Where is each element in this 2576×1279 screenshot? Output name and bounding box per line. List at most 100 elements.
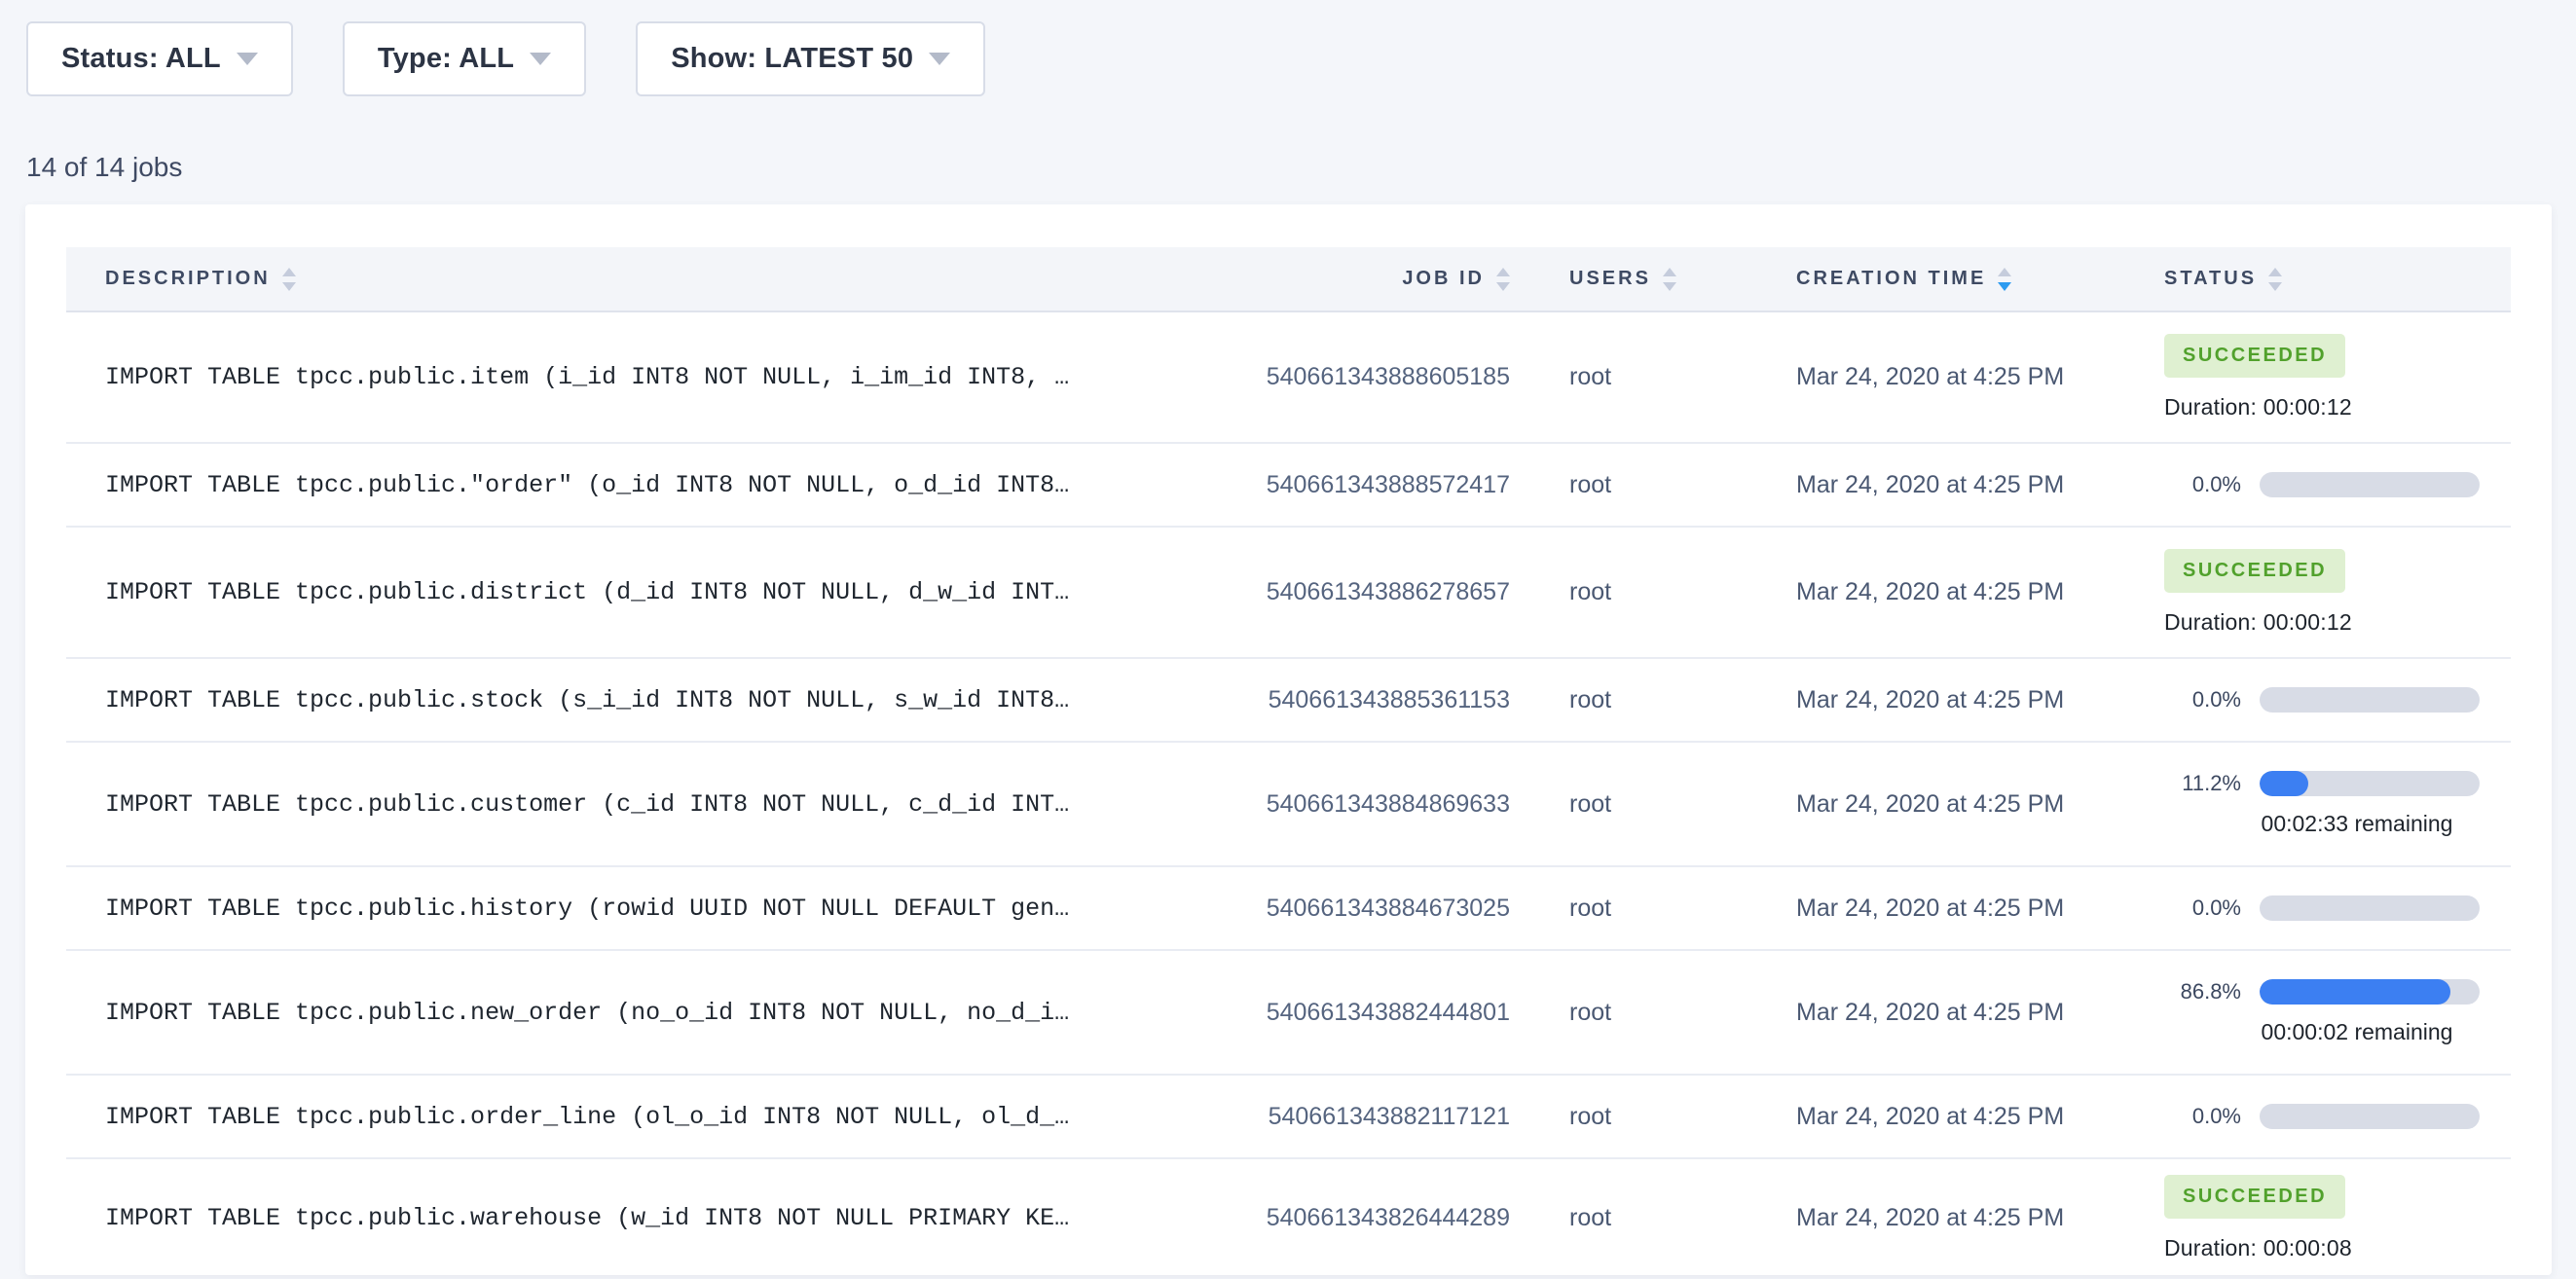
jobs-page: Status: ALL Type: ALL Show: LATEST 50 14… — [0, 0, 2576, 1275]
status-stack: 86.8%00:00:02 remaining — [2164, 979, 2511, 1045]
status-badge: SUCCEEDED — [2164, 334, 2345, 378]
show-filter-dropdown[interactable]: Show: LATEST 50 — [636, 21, 985, 96]
progress-percent: 0.0% — [2164, 1104, 2241, 1129]
sort-icon — [1663, 268, 1676, 291]
progress-time-remaining: 00:02:33 remaining — [2247, 811, 2467, 837]
status-stack: SUCCEEDEDDuration: 00:00:12 — [2164, 549, 2511, 636]
show-filter-label: Show: LATEST 50 — [671, 43, 913, 75]
job-creation-time: Mar 24, 2020 at 4:25 PM — [1764, 1103, 2137, 1131]
sort-asc-arrow-icon — [282, 268, 296, 276]
sort-desc-arrow-icon — [2268, 282, 2282, 291]
status-stack: 11.2% 00:02:33 remaining — [2164, 771, 2511, 837]
progress-bar — [2260, 771, 2480, 796]
job-creation-time: Mar 24, 2020 at 4:25 PM — [1764, 471, 2137, 499]
table-row: IMPORT TABLE tpcc.public.stock (s_i_id I… — [66, 659, 2511, 743]
job-creation-time: Mar 24, 2020 at 4:25 PM — [1764, 790, 2137, 819]
job-user: root — [1510, 895, 1764, 923]
column-label-description: DESCRIPTION — [105, 268, 271, 290]
sort-desc-arrow-icon — [1998, 282, 2011, 291]
table-row: IMPORT TABLE tpcc.public.customer (c_id … — [66, 743, 2511, 867]
table-row: IMPORT TABLE tpcc.public.new_order (no_o… — [66, 951, 2511, 1076]
type-filter-dropdown[interactable]: Type: ALL — [343, 21, 586, 96]
sort-desc-arrow-icon — [1663, 282, 1676, 291]
sort-icon — [1998, 268, 2011, 291]
status-filter-label: Status: ALL — [61, 43, 221, 75]
progress-percent: 0.0% — [2164, 687, 2241, 713]
job-creation-time: Mar 24, 2020 at 4:25 PM — [1764, 1204, 2137, 1232]
status-stack: SUCCEEDEDDuration: 00:00:08 — [2164, 1175, 2511, 1261]
table-row: IMPORT TABLE tpcc.public.warehouse (w_id… — [66, 1159, 2511, 1275]
table-row: IMPORT TABLE tpcc.public.item (i_id INT8… — [66, 312, 2511, 444]
progress-bar — [2260, 472, 2480, 497]
progress-bar — [2260, 687, 2480, 713]
sort-desc-arrow-icon — [282, 282, 296, 291]
job-status-cell: SUCCEEDEDDuration: 00:00:08 — [2137, 1175, 2511, 1261]
progress-line: 0.0% — [2164, 895, 2511, 921]
progress-line: 0.0% — [2164, 687, 2511, 713]
column-label-job-id: JOB ID — [1402, 268, 1485, 290]
progress-line: 0.0% — [2164, 1104, 2511, 1129]
status-duration: Duration: 00:00:12 — [2164, 394, 2511, 420]
job-creation-time: Mar 24, 2020 at 4:25 PM — [1764, 686, 2137, 714]
job-user: root — [1510, 999, 1764, 1027]
job-creation-time: Mar 24, 2020 at 4:25 PM — [1764, 578, 2137, 606]
chevron-down-icon — [530, 53, 551, 65]
job-description: IMPORT TABLE tpcc.public.district (d_id … — [66, 578, 1185, 606]
progress-line: 11.2% — [2164, 771, 2511, 796]
job-status-cell: 0.0% — [2137, 687, 2511, 713]
column-header-creation-time[interactable]: CREATION TIME — [1764, 268, 2137, 291]
progress-bar — [2260, 979, 2480, 1005]
column-header-status[interactable]: STATUS — [2137, 268, 2511, 291]
column-header-users[interactable]: USERS — [1510, 268, 1764, 291]
type-filter-label: Type: ALL — [378, 43, 514, 75]
status-duration: Duration: 00:00:12 — [2164, 609, 2511, 636]
job-creation-time: Mar 24, 2020 at 4:25 PM — [1764, 363, 2137, 391]
sort-icon — [2268, 268, 2282, 291]
status-stack: SUCCEEDED Duration: 00:00:12 — [2164, 334, 2511, 420]
job-id: 540661343884869633 — [1185, 790, 1510, 819]
job-user: root — [1510, 686, 1764, 714]
sort-asc-arrow-icon — [2268, 268, 2282, 276]
job-creation-time: Mar 24, 2020 at 4:25 PM — [1764, 999, 2137, 1027]
progress-bar — [2260, 1104, 2480, 1129]
jobs-table-card: DESCRIPTION JOB ID USERSCREATION TIMESTATU… — [25, 204, 2552, 1275]
column-header-description[interactable]: DESCRIPTION — [66, 268, 1185, 291]
job-description: IMPORT TABLE tpcc.public.stock (s_i_id I… — [66, 686, 1185, 714]
sort-icon — [282, 268, 296, 291]
job-description: IMPORT TABLE tpcc.public.order_line (ol_… — [66, 1103, 1185, 1131]
column-header-job-id[interactable]: JOB ID — [1185, 268, 1510, 291]
job-status-cell: 0.0% — [2137, 472, 2511, 497]
jobs-count-summary: 14 of 14 jobs — [26, 152, 2576, 183]
job-status-cell: 0.0% — [2137, 1104, 2511, 1129]
job-user: root — [1510, 790, 1764, 819]
sort-asc-arrow-icon — [1496, 268, 1510, 276]
job-description: IMPORT TABLE tpcc.public.warehouse (w_id… — [66, 1204, 1185, 1232]
job-id: 540661343888572417 — [1185, 471, 1510, 499]
table-row: IMPORT TABLE tpcc.public.order_line (ol_… — [66, 1076, 2511, 1159]
job-description: IMPORT TABLE tpcc.public.new_order (no_o… — [66, 999, 1185, 1027]
progress-time-remaining: 00:00:02 remaining — [2247, 1019, 2467, 1045]
job-id: 540661343882444801 — [1185, 999, 1510, 1027]
status-stack: 0.0% — [2164, 472, 2511, 497]
status-stack: 0.0% — [2164, 687, 2511, 713]
job-user: root — [1510, 1103, 1764, 1131]
job-status-cell: SUCCEEDEDDuration: 00:00:12 — [2137, 549, 2511, 636]
chevron-down-icon — [237, 53, 258, 65]
progress-line: 86.8% — [2164, 979, 2511, 1005]
table-body: IMPORT TABLE tpcc.public.item (i_id INT8… — [66, 312, 2511, 1275]
job-user: root — [1510, 471, 1764, 499]
job-id: 540661343888605185 — [1185, 363, 1510, 391]
job-status-cell: 86.8%00:00:02 remaining — [2137, 979, 2511, 1045]
job-user: root — [1510, 363, 1764, 391]
job-status-cell: 11.2% 00:02:33 remaining — [2137, 771, 2511, 837]
job-id: 540661343826444289 — [1185, 1204, 1510, 1232]
job-description: IMPORT TABLE tpcc.public.customer (c_id … — [66, 790, 1185, 819]
job-creation-time: Mar 24, 2020 at 4:25 PM — [1764, 895, 2137, 923]
job-description: IMPORT TABLE tpcc.public.history (rowid … — [66, 895, 1185, 923]
progress-bar — [2260, 895, 2480, 921]
sort-asc-arrow-icon — [1663, 268, 1676, 276]
progress-percent: 0.0% — [2164, 895, 2241, 921]
status-filter-dropdown[interactable]: Status: ALL — [26, 21, 293, 96]
table-header-row: DESCRIPTION JOB ID USERSCREATION TIMESTATU… — [66, 247, 2511, 312]
progress-percent: 86.8% — [2164, 979, 2241, 1005]
